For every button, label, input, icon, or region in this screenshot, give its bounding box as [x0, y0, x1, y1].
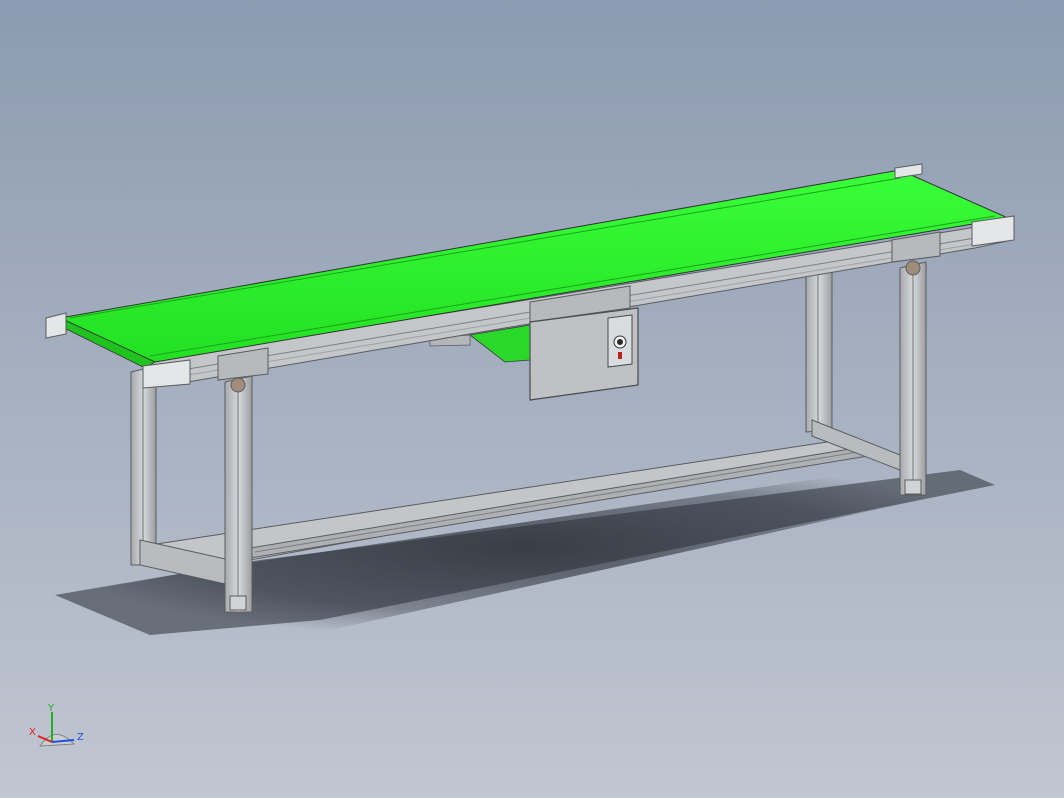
y-axis-label: Y — [47, 703, 55, 714]
front-left-leg — [224, 375, 253, 613]
cad-viewport[interactable]: Y X Z — [0, 0, 1064, 798]
z-axis-label: Z — [77, 732, 84, 743]
front-right-leg — [899, 260, 927, 496]
x-axis-label: X — [29, 727, 36, 738]
back-right-leg — [805, 265, 833, 433]
back-left-leg — [130, 365, 157, 566]
control-box[interactable] — [529, 307, 639, 401]
graphics-area[interactable]: Y X Z — [0, 0, 1064, 798]
left-end-cap — [45, 312, 67, 339]
